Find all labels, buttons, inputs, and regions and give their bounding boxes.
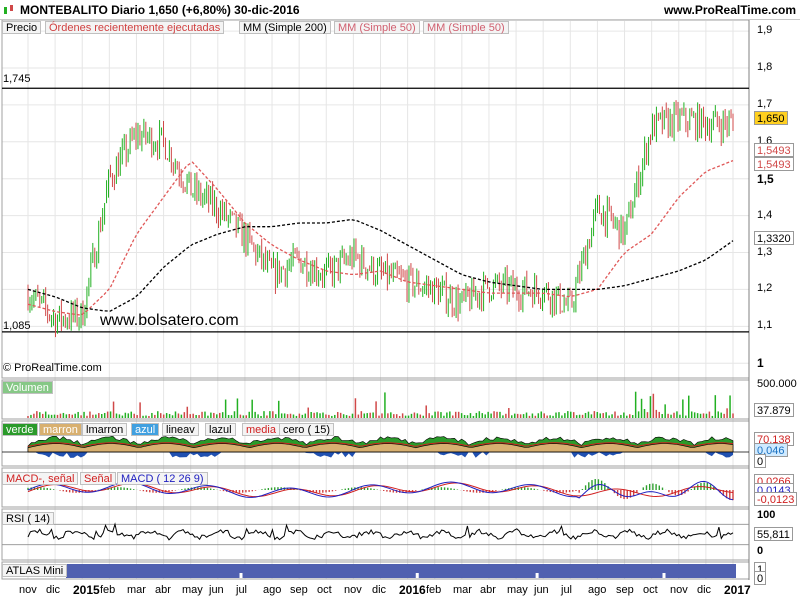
date-axis-label: 2017 <box>724 583 751 597</box>
date-axis-label: feb <box>100 584 116 596</box>
date-axis-label: ago <box>588 584 607 596</box>
atlas-mini-gap <box>535 573 539 578</box>
volume-last-tag: 37.879 <box>754 403 794 417</box>
atlas-indicator <box>2 435 749 458</box>
volume-legend: Volumen <box>2 381 53 394</box>
date-axis-label: oct <box>317 584 332 596</box>
rsi-axis-bottom: 0 <box>757 545 764 557</box>
chart-title: MONTEBALITO Diario 1,650 (+6,80%) 30-dic… <box>20 3 300 17</box>
legend-item: Señal <box>80 472 117 485</box>
legend-item: lazul <box>205 423 236 436</box>
ma50-tag-a: 1,5493 <box>754 143 794 157</box>
legend-item: azul <box>131 423 160 436</box>
date-axis-label: nov <box>19 584 37 596</box>
rsi-axis-top: 100 <box>757 509 776 521</box>
ma50-tag-b: 1,5493 <box>754 157 794 171</box>
date-axis-label: sep <box>290 584 308 596</box>
legend-item: cero ( 15) <box>279 423 335 436</box>
price-axis-label: 1,3 <box>757 245 773 258</box>
atlas-mini-gap <box>415 573 419 578</box>
level-high-label: 1,745 <box>3 73 31 85</box>
last-price-tag: 1,650 <box>754 111 788 125</box>
date-axis-label: dic <box>46 584 61 596</box>
price-axis-label: 1,5 <box>757 171 774 186</box>
legend-item: MM (Simple 50) <box>334 21 420 34</box>
date-axis-label: jul <box>561 584 573 596</box>
site-link[interactable]: www.ProRealTime.com <box>664 3 796 17</box>
legend-item: lmarron <box>82 423 128 436</box>
price-axis-label: 1,9 <box>757 24 773 37</box>
date-axis-label: mar <box>453 584 472 596</box>
legend-item: marron <box>39 423 82 436</box>
price-candles <box>2 87 749 338</box>
date-axis-label: may <box>182 584 203 596</box>
price-axis-label: 1,7 <box>757 97 773 110</box>
price-axis-label: 1,4 <box>757 208 773 221</box>
atlas-tag-c: 0 <box>754 454 767 468</box>
level-low-label: 1,085 <box>3 320 31 332</box>
price-axis-label: 1 <box>757 356 764 371</box>
date-axis-label: 2016 <box>399 583 426 597</box>
legend-item: lineav <box>162 423 199 436</box>
date-axis-label: dic <box>372 584 387 596</box>
date-axis-label: nov <box>670 584 688 596</box>
date-axis-label: ago <box>263 584 282 596</box>
panel-frames <box>1 19 750 580</box>
atlas-mini-fill <box>66 564 736 578</box>
legend-item: MM (Simple 50) <box>423 21 509 34</box>
rsi-indicator <box>2 522 749 546</box>
date-axis-label: jun <box>534 584 549 596</box>
date-axis-label: dic <box>697 584 712 596</box>
legend-item: MACD-, señal <box>2 472 79 485</box>
atlas-mini-legend: ATLAS Mini <box>2 564 68 577</box>
price-axis-label: 1,8 <box>757 60 773 73</box>
date-axis-label: nov <box>344 584 362 596</box>
rsi-legend: RSI ( 14) <box>2 512 55 525</box>
copyright: © ProRealTime.com <box>3 362 102 374</box>
legend-item: Precio <box>2 21 42 34</box>
legend-item: verde <box>2 423 38 436</box>
atlas-mini-gap <box>662 573 666 578</box>
panel-frame-rsi <box>1 508 750 561</box>
watermark: www.bolsatero.com <box>100 312 239 329</box>
chart-canvas <box>1 19 750 580</box>
atlas-mini-gap <box>239 573 243 578</box>
date-axis-label: jun <box>209 584 224 596</box>
date-axis-label: feb <box>426 584 442 596</box>
ma200-tag: 1,3320 <box>754 231 794 245</box>
chart-header: MONTEBALITO Diario 1,650 (+6,80%) 30-dic… <box>0 0 800 20</box>
atlas-mini-indicator <box>66 564 736 578</box>
mini-tag-b: 0 <box>754 571 767 585</box>
date-axis-label: abr <box>480 584 496 596</box>
price-axis-label: 1,2 <box>757 282 773 295</box>
candle-logo-icon <box>4 5 13 14</box>
date-axis-label: oct <box>643 584 658 596</box>
date-axis-label: mar <box>127 584 146 596</box>
date-axis-label: may <box>507 584 528 596</box>
legend-item: MACD ( 12 26 9) <box>117 472 208 485</box>
legend-item: Órdenes recientemente ejecutadas <box>45 21 225 34</box>
legend-item: media <box>242 423 280 436</box>
price-axis-label: 1,1 <box>757 319 773 332</box>
volume-axis-top: 500.000 <box>757 378 797 390</box>
date-axis-label: 2015 <box>73 583 100 597</box>
macd-tag-c: -0,0123 <box>754 492 798 506</box>
date-axis-label: sep <box>616 584 634 596</box>
date-axis-label: abr <box>155 584 171 596</box>
rsi-last-tag: 55,811 <box>754 527 793 541</box>
legend-item: MM (Simple 200) <box>239 21 331 34</box>
date-axis-label: jul <box>236 584 248 596</box>
